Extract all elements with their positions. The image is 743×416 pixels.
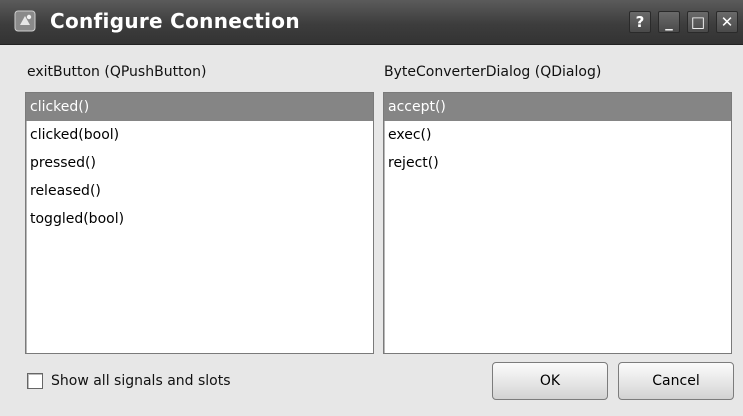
list-item[interactable]: pressed() xyxy=(26,149,373,177)
title-bar[interactable]: Configure Connection ? _ □ ✕ xyxy=(0,0,743,45)
show-all-label[interactable]: Show all signals and slots xyxy=(51,373,231,389)
ok-button[interactable]: OK xyxy=(492,362,608,400)
minimize-button[interactable]: _ xyxy=(658,11,680,33)
help-button[interactable]: ? xyxy=(629,11,651,33)
window-title: Configure Connection xyxy=(50,9,300,33)
slots-list[interactable]: accept() exec() reject() xyxy=(383,92,732,354)
list-item[interactable]: accept() xyxy=(384,93,731,121)
list-item[interactable]: clicked(bool) xyxy=(26,121,373,149)
signals-list[interactable]: clicked() clicked(bool) pressed() releas… xyxy=(25,92,374,354)
list-item[interactable]: released() xyxy=(26,177,373,205)
receiver-heading: ByteConverterDialog (QDialog) xyxy=(384,64,602,80)
sender-heading: exitButton (QPushButton) xyxy=(27,64,207,80)
list-item[interactable]: toggled(bool) xyxy=(26,205,373,233)
list-item[interactable]: clicked() xyxy=(26,93,373,121)
configure-connection-dialog: Configure Connection ? _ □ ✕ exitButton … xyxy=(0,0,743,416)
maximize-button[interactable]: □ xyxy=(687,11,709,33)
close-button[interactable]: ✕ xyxy=(716,11,738,33)
list-item[interactable]: reject() xyxy=(384,149,731,177)
cancel-button[interactable]: Cancel xyxy=(618,362,734,400)
show-all-checkbox[interactable] xyxy=(27,373,43,389)
app-icon xyxy=(14,10,36,32)
list-item[interactable]: exec() xyxy=(384,121,731,149)
